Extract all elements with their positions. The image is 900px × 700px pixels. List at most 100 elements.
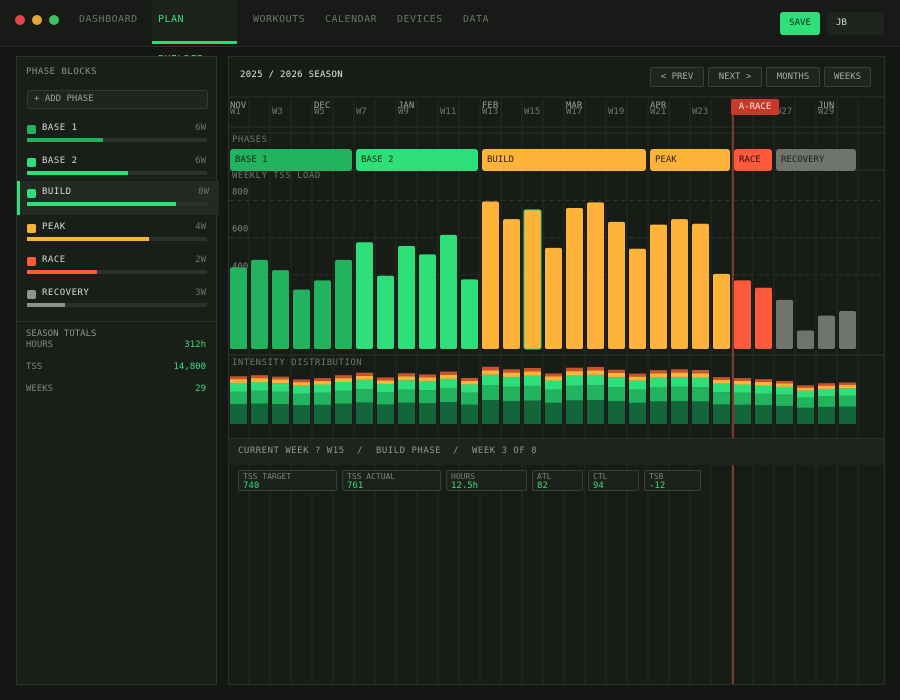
intensity-segment — [797, 385, 814, 388]
phase-progress-fill — [27, 171, 128, 175]
intensity-segment — [566, 400, 583, 424]
phase-bar-build[interactable]: BUILD — [482, 149, 646, 171]
tss-bar — [398, 246, 415, 349]
intensity-segment — [335, 390, 352, 404]
intensity-segment — [461, 384, 478, 393]
tss-bar — [272, 270, 289, 349]
save-button[interactable]: SAVE — [780, 12, 820, 35]
intensity-segment — [314, 404, 331, 424]
intensity-segment — [440, 388, 457, 402]
intensity-segment — [419, 403, 436, 424]
phase-name: BASE 2 — [42, 156, 78, 166]
intensity-segment — [377, 380, 394, 384]
intensity-segment — [692, 377, 709, 388]
tss-bar — [692, 223, 709, 349]
a-race-marker[interactable]: A-RACE — [731, 99, 779, 115]
phase-bar-peak[interactable]: PEAK — [650, 149, 730, 171]
phase-item-base-2[interactable]: BASE 2 6W — [17, 150, 216, 184]
add-phase-button[interactable]: + ADD PHASE — [27, 90, 208, 109]
phase-item-race[interactable]: RACE 2W — [17, 249, 216, 283]
tss-bar — [545, 247, 562, 349]
intensity-segment — [776, 383, 793, 387]
intensity-segment — [566, 367, 583, 372]
intensity-segment — [461, 378, 478, 381]
tab-devices[interactable]: DEVICES — [397, 0, 443, 46]
intensity-segment — [524, 385, 541, 401]
intensity-segment — [545, 376, 562, 381]
intensity-segment — [755, 385, 772, 394]
intensity-segment — [671, 386, 688, 402]
avatar[interactable]: JB — [827, 12, 884, 35]
phases-label: PHASES — [232, 135, 268, 145]
separator-slash: / — [453, 446, 459, 456]
intensity-segment — [629, 402, 646, 424]
week-label: W15 — [524, 107, 540, 117]
phase-bar-base-2[interactable]: BASE 2 — [356, 149, 478, 171]
phase-weeks: 6W — [195, 156, 206, 166]
phase-name: PEAK — [42, 222, 66, 232]
intensity-segment — [356, 375, 373, 380]
totals-hours-row: HOURS 312h — [26, 340, 206, 350]
intensity-segment — [692, 370, 709, 374]
tab-workouts[interactable]: WORKOUTS — [253, 0, 305, 46]
phase-name: RACE — [42, 255, 66, 265]
stat-ctl: CTL 94 — [588, 470, 639, 491]
intensity-segment — [230, 376, 247, 380]
intensity-segment — [314, 380, 331, 385]
phase-weeks: 6W — [195, 123, 206, 133]
intensity-segment — [398, 402, 415, 424]
intensity-segment — [251, 378, 268, 383]
intensity-segment — [230, 403, 247, 424]
intensity-segment — [461, 392, 478, 405]
intensity-segment — [713, 392, 730, 405]
intensity-segment — [608, 372, 625, 378]
intensity-segment — [545, 380, 562, 390]
tss-bar — [251, 259, 268, 349]
intensity-segment — [587, 385, 604, 401]
intensity-segment — [461, 380, 478, 385]
intensity-segment — [692, 387, 709, 402]
phase-bar-race[interactable]: RACE — [734, 149, 772, 171]
phase-item-recovery[interactable]: RECOVERY 3W — [17, 282, 216, 316]
current-phase-text: BUILD PHASE — [376, 446, 442, 456]
intensity-segment — [377, 383, 394, 393]
phase-bar-base-1[interactable]: BASE 1 — [230, 149, 352, 171]
maximize-window-dot[interactable] — [49, 15, 59, 25]
phase-bar-recovery[interactable]: RECOVERY — [776, 149, 856, 171]
intensity-segment — [251, 403, 268, 424]
phase-weeks: 2W — [195, 255, 206, 265]
phase-progress-track — [27, 270, 207, 274]
phase-item-peak[interactable]: PEAK 4W — [17, 216, 216, 250]
stat-value: 82 — [537, 481, 548, 491]
minimize-window-dot[interactable] — [32, 15, 42, 25]
tab-plan-builder[interactable]: PLAN BUILDER — [152, 0, 237, 65]
tab-data[interactable]: DATA — [463, 0, 489, 46]
tab-calendar[interactable]: CALENDAR — [325, 0, 377, 46]
phase-name: BUILD — [42, 187, 72, 197]
intensity-segment — [398, 380, 415, 390]
stat-value: 12.5h — [451, 481, 479, 491]
y-tick-label: 600 — [232, 225, 248, 235]
week-label: W19 — [608, 107, 624, 117]
phase-item-build[interactable]: BUILD 8W — [17, 181, 219, 215]
tss-bar — [523, 209, 542, 350]
intensity-segment — [797, 390, 814, 398]
phase-item-base-1[interactable]: BASE 1 6W — [17, 117, 216, 151]
intensity-segment — [356, 379, 373, 390]
intensity-segment — [419, 374, 436, 378]
phase-blocks-panel: PHASE BLOCKS + ADD PHASE BASE 1 6W BASE … — [16, 56, 219, 685]
intensity-segment — [503, 386, 520, 402]
intensity-segment — [545, 373, 562, 377]
intensity-segment — [482, 399, 499, 424]
intensity-segment — [377, 377, 394, 381]
intensity-segment — [818, 385, 835, 389]
intensity-segment — [440, 371, 457, 375]
intensity-segment — [335, 403, 352, 424]
intensity-segment — [503, 376, 520, 387]
intensity-segment — [440, 374, 457, 379]
tab-dashboard[interactable]: DASHBOARD — [79, 0, 138, 46]
intensity-segment — [314, 384, 331, 393]
close-window-dot[interactable] — [15, 15, 25, 25]
tss-bar — [671, 219, 688, 349]
intensity-segment — [797, 397, 814, 408]
